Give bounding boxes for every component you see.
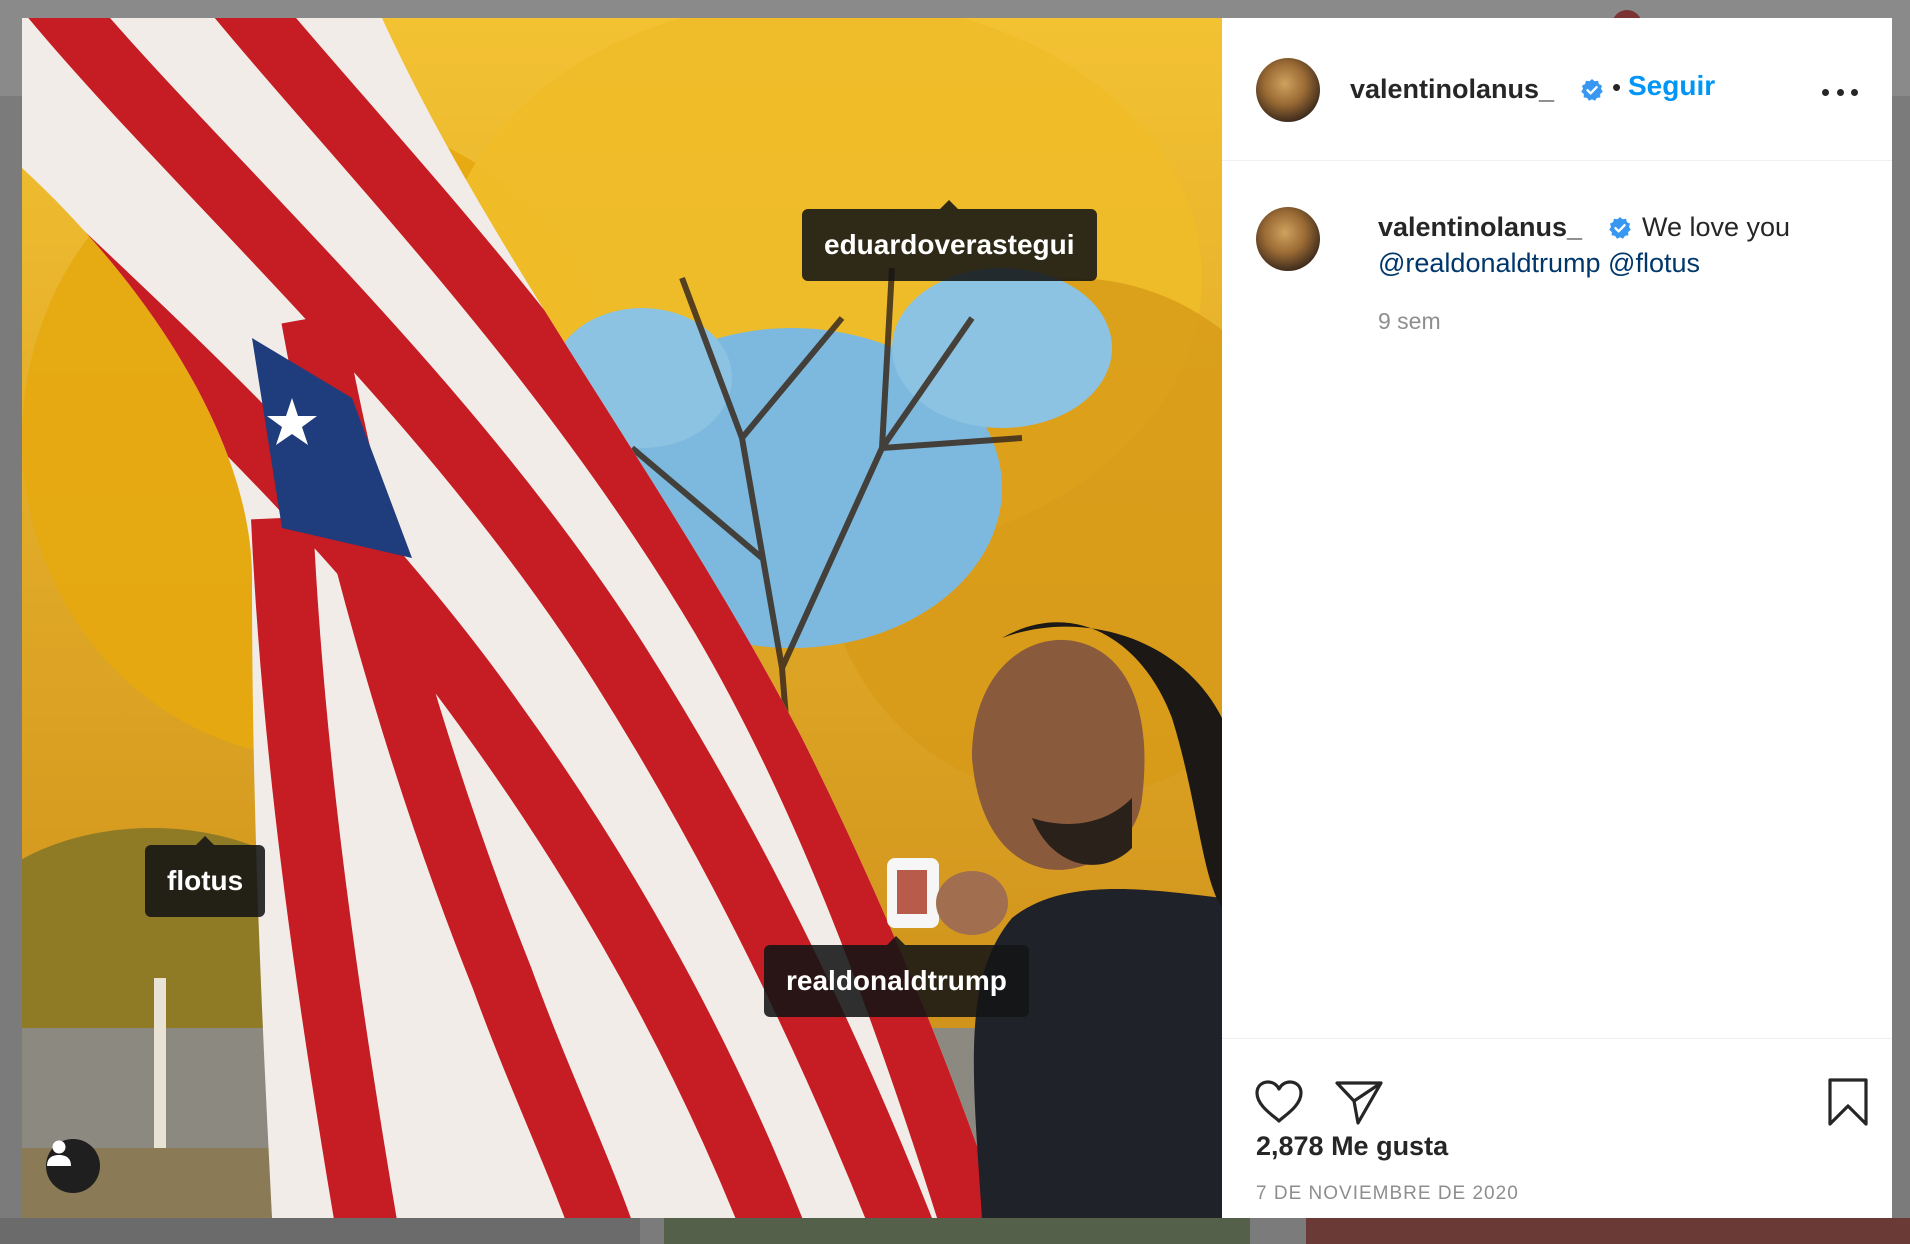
comment-time-ago[interactable]: 9 sem [1378, 308, 1441, 335]
author-avatar[interactable] [1256, 58, 1320, 122]
post-actions: 2,878 Me gusta 7 DE NOVIEMBRE DE 2020 [1222, 1038, 1892, 1219]
photo-tag-realdonaldtrump[interactable]: realdonaldtrump [764, 936, 1029, 1017]
verified-badge-icon [1581, 79, 1603, 101]
background-thumbnails [0, 1218, 1910, 1244]
mention-link-realdonaldtrump[interactable]: @realdonaldtrump [1378, 248, 1601, 278]
post-modal: eduardoverastegui flotus realdonaldtrump… [22, 18, 1892, 1218]
more-options-icon[interactable] [1822, 82, 1858, 102]
paper-plane-icon[interactable] [1334, 1079, 1384, 1125]
caption-text: We love you [1642, 212, 1791, 242]
bookmark-icon[interactable] [1826, 1077, 1870, 1127]
likes-count[interactable]: 2,878 Me gusta [1256, 1131, 1448, 1162]
tagged-users-button[interactable] [46, 1139, 100, 1193]
caption-mentions: @realdonaldtrump @flotus [1378, 248, 1700, 279]
photo-tag-eduardoverastegui[interactable]: eduardoverastegui [802, 200, 1097, 281]
verified-badge-icon [1609, 217, 1631, 239]
post-side-panel: valentinolanus_ • Seguir valentinolanus_… [1222, 18, 1892, 1218]
post-header: valentinolanus_ • Seguir [1222, 18, 1892, 161]
post-photo[interactable]: eduardoverastegui flotus realdonaldtrump [22, 18, 1222, 1218]
follow-button[interactable]: Seguir [1628, 70, 1715, 102]
post-date[interactable]: 7 DE NOVIEMBRE DE 2020 [1256, 1183, 1519, 1205]
header-separator: • [1612, 72, 1622, 102]
heart-icon[interactable] [1254, 1079, 1304, 1125]
author-username[interactable]: valentinolanus_ [1350, 74, 1554, 105]
mention-link-flotus[interactable]: @flotus [1608, 248, 1700, 278]
photo-illustration [22, 18, 1222, 1218]
user-icon [47, 1140, 71, 1166]
photo-tag-flotus[interactable]: flotus [145, 836, 266, 917]
caption-author-avatar[interactable] [1256, 207, 1320, 271]
caption-author-username[interactable]: valentinolanus_ [1378, 212, 1582, 243]
